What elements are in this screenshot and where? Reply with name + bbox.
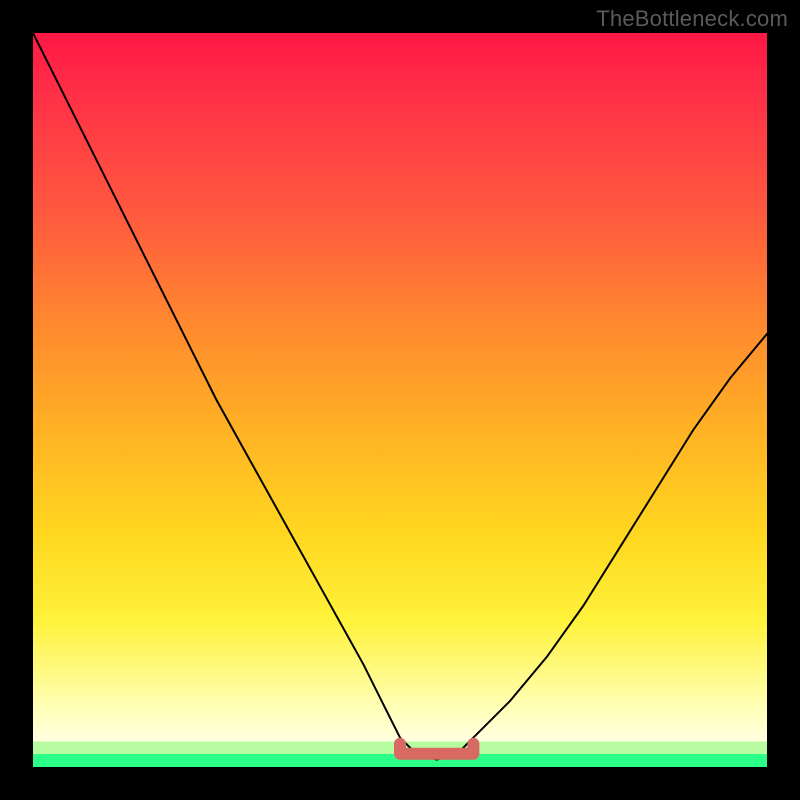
chart-frame: TheBottleneck.com: [0, 0, 800, 800]
curve-svg: [33, 33, 767, 767]
watermark-text: TheBottleneck.com: [596, 6, 788, 32]
trough-highlight: [400, 744, 473, 754]
plot-area: [33, 33, 767, 767]
bottleneck-curve: [33, 33, 767, 760]
